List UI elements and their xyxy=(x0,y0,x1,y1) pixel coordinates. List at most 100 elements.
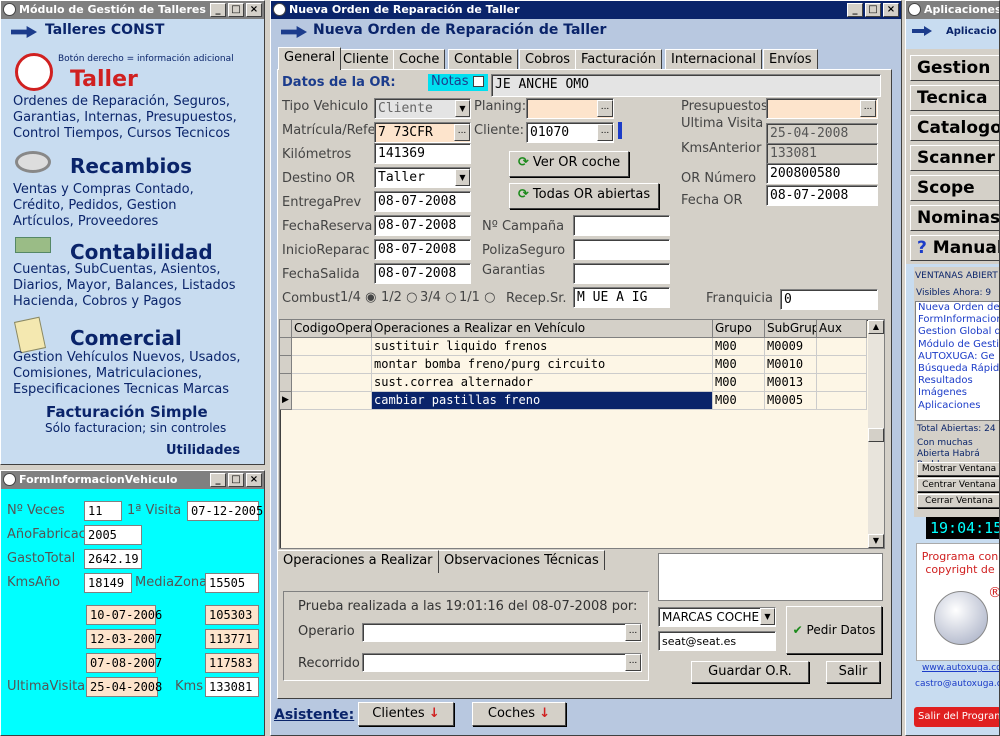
maximize-button[interactable]: □ xyxy=(228,3,244,17)
scroll-thumb[interactable] xyxy=(868,428,884,442)
campana-field[interactable] xyxy=(573,215,670,236)
grid-cell-codigo[interactable] xyxy=(292,392,372,410)
clientes-button[interactable]: Clientes ↓ xyxy=(358,702,454,726)
document-icon[interactable] xyxy=(13,316,47,354)
nominas-button[interactable]: Nominas xyxy=(910,205,999,231)
email-field[interactable]: seat@seat.es xyxy=(658,631,776,651)
title-bar[interactable]: FormInformacionVehiculo _ □ × xyxy=(1,471,264,489)
grid-cell-aux[interactable] xyxy=(817,374,867,392)
minimize-button[interactable]: _ xyxy=(847,3,863,17)
salir-button[interactable]: Salir xyxy=(826,661,880,683)
catalogo-button[interactable]: Catalogo xyxy=(910,115,999,141)
ver-or-button[interactable]: ⟳ Ver OR coche xyxy=(509,151,629,177)
cliente-lookup-button[interactable]: ... xyxy=(597,124,613,141)
grid-header-grupo[interactable]: Grupo xyxy=(713,320,765,338)
utilidades-link[interactable]: Utilidades xyxy=(166,443,240,458)
notas-checkbox[interactable] xyxy=(472,76,484,87)
radio-icon[interactable]: ○ xyxy=(406,290,417,305)
radio-icon[interactable]: ○ xyxy=(484,290,495,305)
list-item[interactable]: Búsqueda Rápid xyxy=(918,363,999,375)
title-bar[interactable]: Nueva Orden de Reparación de Taller _ □ × xyxy=(271,1,901,19)
chevron-down-icon[interactable]: ▼ xyxy=(760,608,775,625)
list-item[interactable]: Aplicaciones xyxy=(918,400,999,412)
clock-icon[interactable] xyxy=(15,53,53,91)
operario-lookup-button[interactable]: ... xyxy=(625,624,641,641)
grid-cell-aux[interactable] xyxy=(817,338,867,356)
list-item[interactable]: FormInformacionV xyxy=(918,314,999,326)
title-bar[interactable]: Aplicaciones xyxy=(906,1,999,19)
scroll-up-icon[interactable]: ▲ xyxy=(868,320,884,334)
grid-cell-grupo[interactable]: M00 xyxy=(713,338,765,356)
grid-scrollbar[interactable]: ▲ ▼ xyxy=(868,320,884,548)
radio-checked-icon[interactable]: ◉ xyxy=(365,290,376,305)
grid-cell-grupo[interactable]: M00 xyxy=(713,356,765,374)
reserva-field[interactable]: 08-07-2008 xyxy=(374,215,471,236)
row-selector[interactable] xyxy=(280,338,292,356)
matricula-lookup-button[interactable]: ... xyxy=(454,124,470,141)
inicio-field[interactable]: 08-07-2008 xyxy=(374,239,471,260)
list-item[interactable]: Nueva Orden de xyxy=(918,302,999,314)
manual-button[interactable]: ? Manual xyxy=(910,235,999,261)
list-item[interactable]: Gestion Global de xyxy=(918,326,999,338)
guardar-button[interactable]: Guardar O.R. xyxy=(691,661,809,683)
chevron-down-icon[interactable]: ▼ xyxy=(455,169,470,186)
list-item[interactable]: Resultados xyxy=(918,375,999,387)
row-selector[interactable] xyxy=(280,374,292,392)
money-icon[interactable] xyxy=(15,237,51,253)
maximize-button[interactable]: □ xyxy=(228,473,244,487)
mail-link[interactable]: castro@autoxuga.com xyxy=(915,679,999,689)
grid-cell-grupo[interactable]: M00 xyxy=(713,374,765,392)
maximize-button[interactable]: □ xyxy=(865,3,881,17)
coches-button[interactable]: Coches ↓ xyxy=(472,702,566,726)
presupuestos-lookup-button[interactable]: ... xyxy=(860,100,876,117)
poliza-field[interactable] xyxy=(573,239,670,260)
combust-option[interactable]: 1/4 ◉ xyxy=(340,290,376,305)
combust-option[interactable]: 3/4 ○ xyxy=(420,290,456,305)
notes-box[interactable] xyxy=(658,553,883,601)
taller-title[interactable]: Taller xyxy=(70,67,138,92)
scope-button[interactable]: Scope xyxy=(910,175,999,201)
grid-cell-operacion-selected[interactable]: cambiar pastillas freno xyxy=(372,392,713,410)
tab-envios[interactable]: Envíos xyxy=(763,49,818,69)
gears-icon[interactable] xyxy=(15,151,51,173)
combust-option[interactable]: 1/1 ○ xyxy=(459,290,495,305)
operario-field[interactable] xyxy=(362,623,642,642)
grid-header-codigo[interactable]: CodigoOperac xyxy=(292,320,372,338)
mostrar-button[interactable]: Mostrar Ventana xyxy=(917,462,999,476)
grid-cell-operacion[interactable]: sust.correa alternador xyxy=(372,374,713,392)
grid-cell-aux[interactable] xyxy=(817,392,867,410)
grid-header-aux[interactable]: Aux xyxy=(817,320,867,338)
recep-field[interactable]: M UE A IG xyxy=(573,287,670,308)
close-button[interactable]: × xyxy=(246,473,262,487)
cerrar-button[interactable]: Cerrar Ventana xyxy=(917,494,999,508)
tab-operaciones[interactable]: Operaciones a Realizar xyxy=(277,550,439,573)
chevron-down-icon[interactable]: ▼ xyxy=(455,100,470,117)
grid-cell-operacion[interactable]: montar bomba freno/purg circuito xyxy=(372,356,713,374)
planing-lookup-button[interactable]: ... xyxy=(597,100,613,117)
centrar-button[interactable]: Centrar Ventana xyxy=(917,478,999,492)
salida-field[interactable]: 08-07-2008 xyxy=(374,263,471,284)
pedir-datos-button[interactable]: ✔ Pedir Datos xyxy=(786,606,882,654)
list-item[interactable]: Imágenes xyxy=(918,387,999,399)
window-list[interactable]: Nueva Orden de FormInformacionV Gestion … xyxy=(915,301,999,421)
row-selector-current[interactable]: ▶ xyxy=(280,392,292,410)
tecnica-button[interactable]: Tecnica xyxy=(910,85,999,111)
recambios-title[interactable]: Recambios xyxy=(70,154,192,178)
url-link[interactable]: www.autoxuga.com xyxy=(922,663,999,673)
km-field[interactable]: 141369 xyxy=(374,143,471,164)
todas-or-button[interactable]: ⟳ Todas OR abiertas xyxy=(509,183,659,209)
grid-header-operaciones[interactable]: Operaciones a Realizar en Vehículo xyxy=(372,320,713,338)
grid-cell-subgrup[interactable]: M0009 xyxy=(765,338,817,356)
tab-observaciones[interactable]: Observaciones Técnicas xyxy=(438,550,605,570)
radio-icon[interactable]: ○ xyxy=(445,290,456,305)
tab-general[interactable]: General xyxy=(278,47,342,70)
minimize-button[interactable]: _ xyxy=(210,473,226,487)
salir-programa-button[interactable]: Salir del Programa xyxy=(914,707,999,727)
grid-cell-codigo[interactable] xyxy=(292,356,372,374)
tab-internacional[interactable]: Internacional xyxy=(665,49,763,69)
tab-contable[interactable]: Contable xyxy=(448,49,519,69)
autoxuga-logo-icon[interactable] xyxy=(934,591,988,645)
combust-option[interactable]: 1/2 ○ xyxy=(381,290,417,305)
recorrido-lookup-button[interactable]: ... xyxy=(625,654,641,671)
grid-cell-subgrup[interactable]: M0013 xyxy=(765,374,817,392)
